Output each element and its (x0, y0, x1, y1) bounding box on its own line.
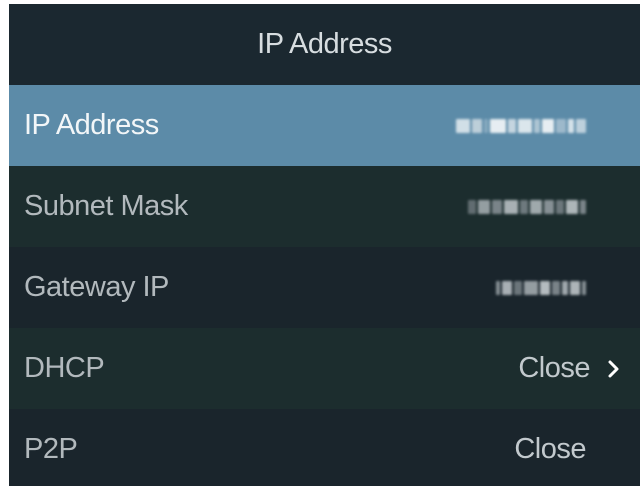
page-title: IP Address (257, 28, 392, 60)
chevron-right-icon (602, 357, 626, 381)
page-header: IP Address (9, 4, 640, 85)
row-subnet-mask[interactable]: Subnet Mask (9, 166, 640, 247)
dhcp-value: Close (518, 352, 590, 384)
network-settings-screen: IP Address IP Address Subnet Mask Gatewa… (9, 4, 640, 486)
subnet-mask-label: Subnet Mask (24, 190, 188, 222)
p2p-value-group: Close (514, 433, 626, 466)
gateway-ip-value-redacted (496, 280, 586, 295)
p2p-value: Close (514, 433, 586, 465)
row-dhcp[interactable]: DHCP Close (9, 328, 640, 409)
row-p2p[interactable]: P2P Close (9, 409, 640, 486)
gateway-ip-label: Gateway IP (24, 271, 169, 303)
row-ip-address[interactable]: IP Address (9, 85, 640, 166)
row-gateway-ip[interactable]: Gateway IP (9, 247, 640, 328)
ip-address-label: IP Address (24, 109, 159, 141)
dhcp-value-group: Close (518, 352, 626, 385)
subnet-mask-value-redacted (468, 199, 586, 214)
p2p-label: P2P (24, 433, 78, 465)
dhcp-label: DHCP (24, 352, 105, 384)
ip-address-value-redacted (456, 118, 586, 133)
